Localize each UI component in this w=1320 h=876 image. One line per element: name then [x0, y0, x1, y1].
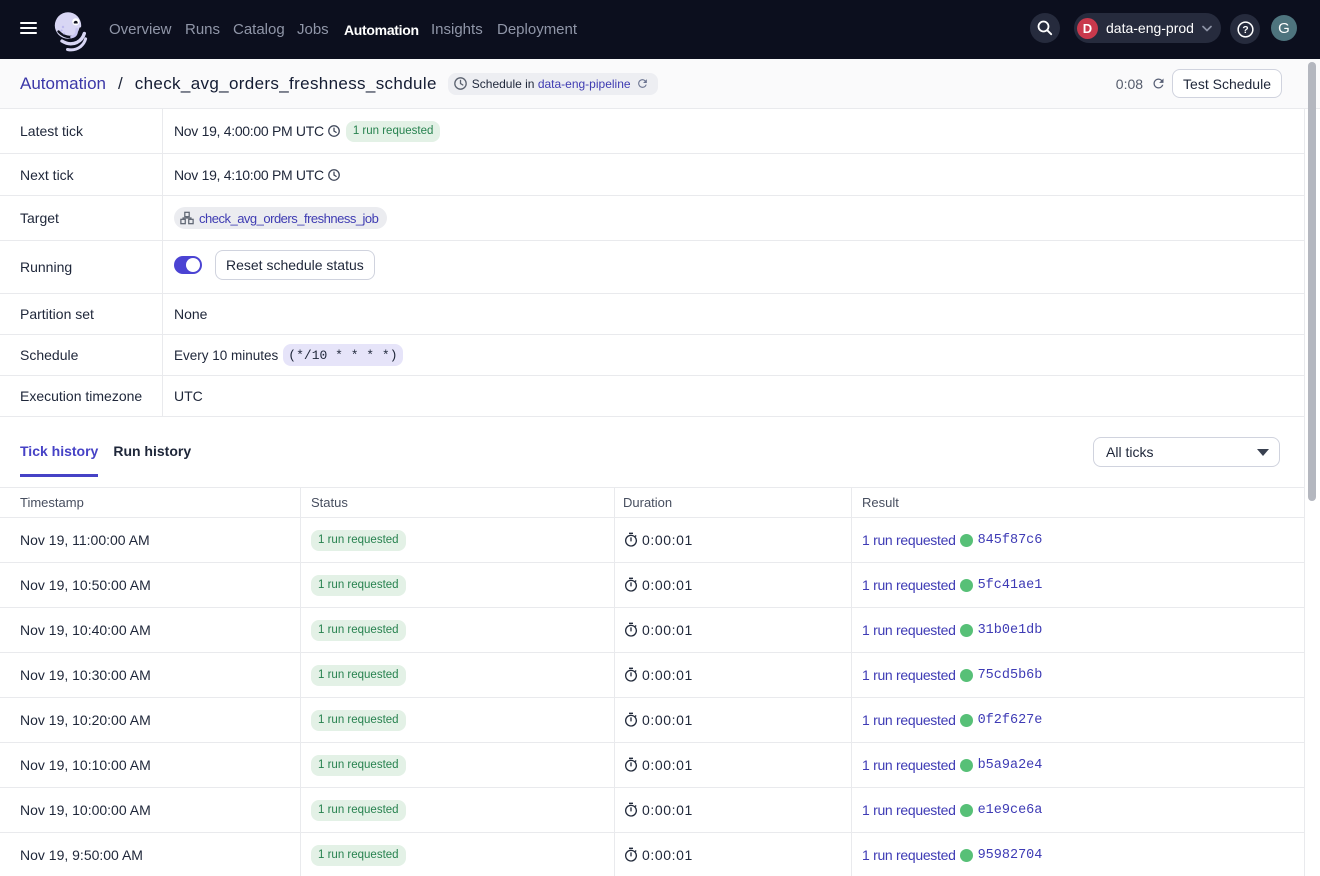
svg-text:?: ? — [1242, 25, 1248, 36]
